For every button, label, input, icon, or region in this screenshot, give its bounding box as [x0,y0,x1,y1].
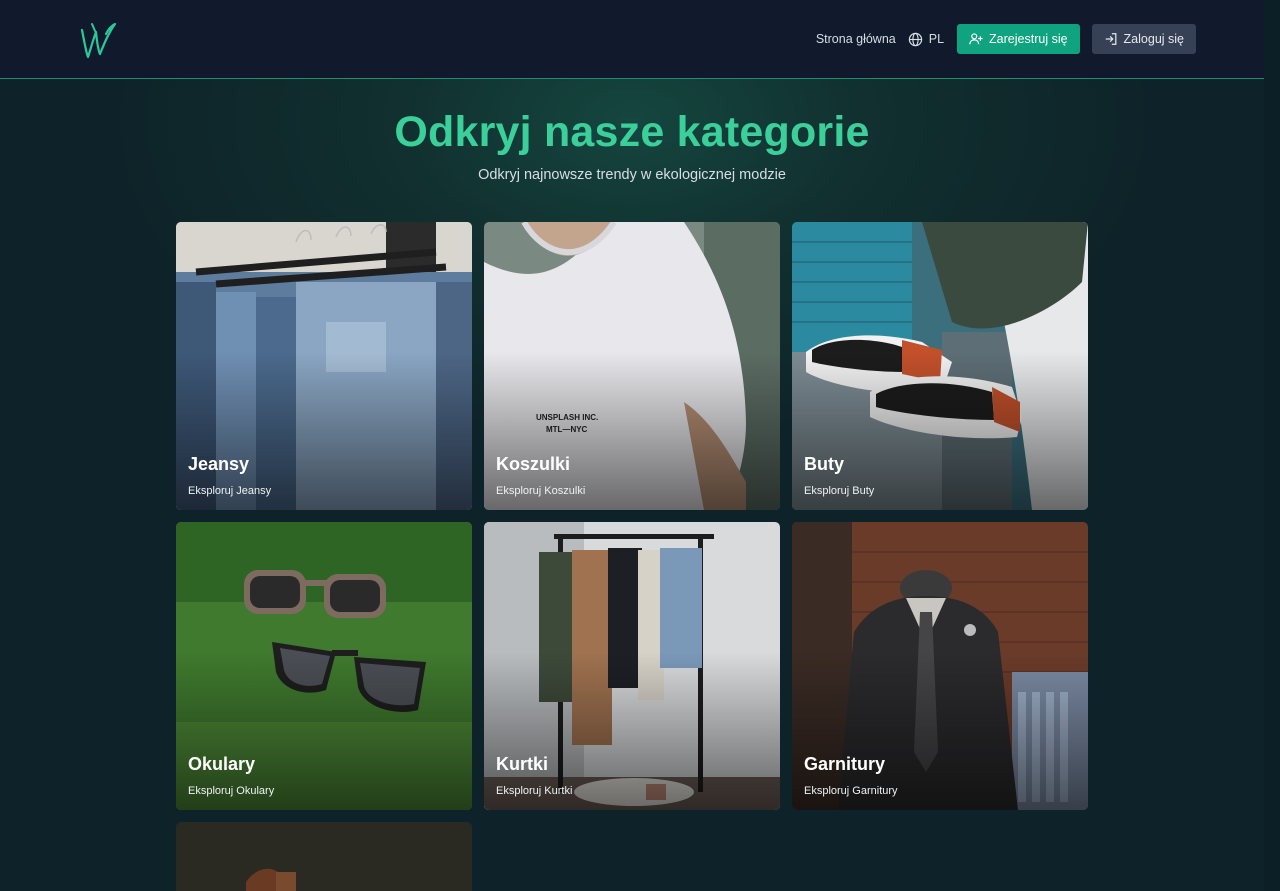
category-title: Koszulki [496,454,571,474]
brand-logo[interactable] [78,18,118,60]
register-label: Zarejestruj się [989,32,1068,46]
category-card-partial[interactable] [176,822,472,891]
category-subtitle: Eksploruj Jeansy [188,485,272,497]
category-subtitle: Eksploruj Koszulki [496,485,586,497]
category-title: Okulary [188,754,256,774]
category-title: Jeansy [188,454,250,474]
category-subtitle: Eksploruj Buty [804,485,875,497]
nav-home-link[interactable]: Strona główna [816,32,896,46]
category-subtitle: Eksploruj Garnitury [804,785,898,797]
category-subtitle: Eksploruj Kurtki [496,785,573,797]
top-navbar: Strona główna PL Zarejestruj się Zaloguj… [0,0,1264,79]
login-button[interactable]: Zaloguj się [1091,24,1196,54]
page-subtitle: Odkryj najnowsze trendy w ekologicznej m… [478,167,786,183]
category-card-buty[interactable]: Buty Eksploruj Buty [792,222,1088,510]
user-plus-icon [969,33,983,45]
category-subtitle: Eksploruj Okulary [188,785,275,797]
category-card-kurtki[interactable]: Kurtki Eksploruj Kurtki [484,522,780,810]
bag-image [176,822,472,891]
category-title: Kurtki [496,754,549,774]
login-icon [1105,33,1116,45]
globe-icon [908,32,922,46]
language-selector[interactable]: PL [908,32,944,47]
page: Strona główna PL Zarejestruj się Zaloguj… [0,0,1264,891]
register-button[interactable]: Zarejestruj się [957,24,1080,54]
category-card-okulary[interactable]: Okulary Eksploruj Okulary [176,522,472,810]
category-title: Buty [804,454,844,474]
login-label: Zaloguj się [1123,32,1184,46]
page-title: Odkryj nasze kategorie [394,108,870,156]
nav-menu: Strona główna PL Zarejestruj się Zaloguj… [816,24,1196,54]
category-card-jeansy[interactable]: Jeansy Eksploruj Jeansy [176,222,472,510]
language-label: PL [928,32,945,46]
category-card-koszulki[interactable]: UNSPLASH INC. MTL—NYC Koszulki Eksploruj… [484,222,780,510]
category-title: Garnitury [804,754,886,774]
category-card-garnitury[interactable]: Garnitury Eksploruj Garnitury [792,522,1088,810]
